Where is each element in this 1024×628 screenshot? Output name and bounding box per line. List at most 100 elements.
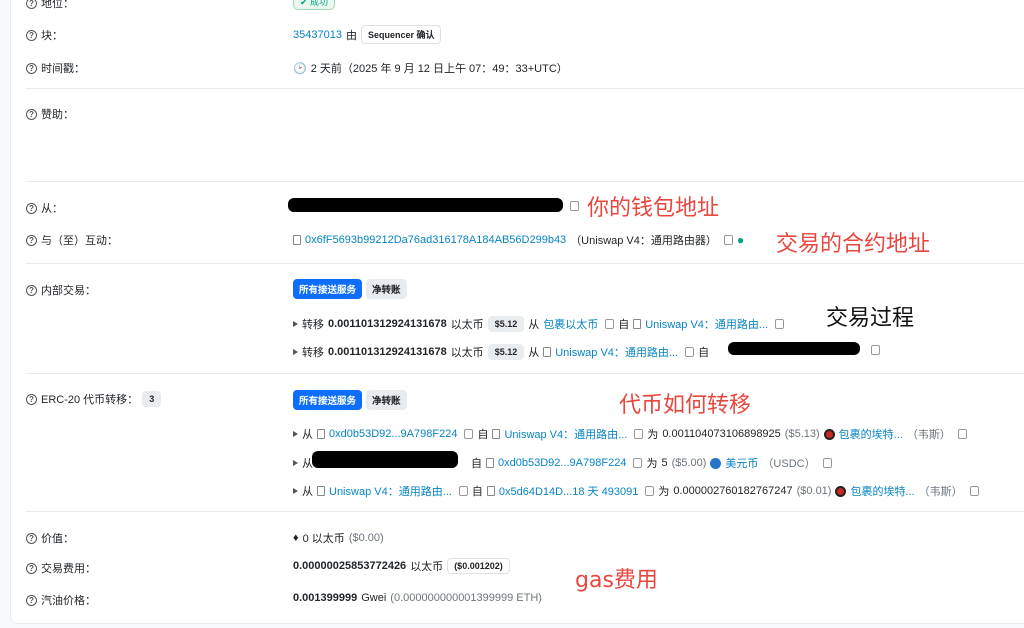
weth-token-icon — [823, 428, 835, 440]
fee-amount: 0.00000025853772426 以太币 ($0.001202) — [293, 558, 510, 574]
annotation-token-transfer: 代币如何转移 — [619, 393, 752, 418]
tab-all-transfers[interactable]: 所有接送服务 — [293, 279, 363, 299]
help-icon[interactable]: ? — [26, 562, 37, 574]
contract-icon — [633, 319, 642, 329]
eth-icon: ♦ — [293, 532, 299, 544]
tab-all-transfers[interactable]: 所有接送服务 — [293, 390, 363, 410]
from-link[interactable]: Uniswap V4：通用路由... — [329, 483, 452, 499]
from-link[interactable]: Uniswap V4：通用路由... — [555, 344, 678, 360]
arrow-right-icon — [293, 460, 298, 466]
contract-icon — [486, 458, 494, 468]
copy-icon[interactable] — [822, 458, 832, 468]
internal-tabs: 所有接送服务 净转账 — [293, 279, 407, 299]
to-link[interactable]: Uniswap V4：通用路由... — [504, 426, 627, 442]
copy-icon[interactable] — [605, 319, 615, 329]
interact-label: ? 与（至）互动： — [26, 232, 118, 248]
copy-icon[interactable] — [645, 486, 655, 496]
tab-net-transfers[interactable]: 净转账 — [366, 390, 407, 410]
sequencer-badge: Sequencer 确认 — [360, 25, 442, 44]
interact-value: 0x6fF5693b99212Da76ad316178A184AB56D299b… — [293, 232, 744, 248]
annotation-contract: 交易的合约地址 — [776, 232, 931, 257]
help-icon[interactable]: ? — [26, 594, 37, 606]
help-icon[interactable]: ? — [26, 29, 37, 41]
from-link[interactable]: 0xd0b53D92...9A798F224 — [329, 428, 457, 440]
erc20-row-3: 从 Uniswap V4：通用路由... 自 0x5d64D14D...18 天… — [293, 483, 979, 499]
copy-icon[interactable] — [871, 345, 880, 355]
internal-label: ? 内部交易： — [26, 282, 96, 298]
block-number-link[interactable]: 35437013 — [293, 29, 342, 41]
help-icon[interactable]: ? — [26, 532, 37, 544]
token-link[interactable]: 美元币 — [725, 455, 758, 471]
clock-icon: 🕑 — [293, 62, 307, 75]
internal-row-2: 转移 0.001101312924131678 以太币 $5.12 从 Unis… — [293, 344, 709, 360]
contract-icon — [317, 486, 325, 496]
divider — [26, 511, 1024, 512]
token-link[interactable]: 包裹的埃特... — [850, 483, 914, 499]
gas-amount: 0.001399999 Gwei (0.000000000001399999 ETH… — [293, 592, 542, 604]
timestamp-label: ? 时间戳： — [26, 60, 85, 76]
help-icon[interactable]: ? — [26, 0, 37, 9]
copy-icon[interactable] — [723, 235, 733, 245]
block-label: ? 块： — [26, 27, 63, 43]
internal-row-1: 转移 0.001101312924131678 以太币 $5.12 从 包裹以太… — [293, 316, 785, 332]
copy-icon[interactable] — [685, 347, 695, 357]
contract-icon — [317, 429, 325, 439]
from-label: ? 从： — [26, 200, 63, 216]
erc20-tabs: 所有接送服务 净转账 — [293, 390, 407, 410]
arrow-right-icon — [293, 349, 298, 355]
tab-net-transfers[interactable]: 净转账 — [366, 279, 407, 299]
from-link[interactable]: 包裹以太币 — [543, 316, 598, 332]
contract-address-link[interactable]: 0x6fF5693b99212Da76ad316178A184AB56D299b… — [305, 234, 566, 246]
to-link[interactable]: Uniswap V4：通用路由... — [645, 316, 768, 332]
arrow-right-icon — [293, 431, 298, 437]
block-value: 35437013 由 Sequencer 确认 — [293, 25, 442, 44]
erc20-count-badge: 3 — [142, 391, 162, 407]
status-badge: ✔ 成功 — [293, 0, 336, 10]
value-amount: ♦ 0 以太币 ($0.00) — [293, 532, 384, 545]
help-icon[interactable]: ? — [26, 62, 37, 74]
help-icon[interactable]: ? — [26, 234, 37, 246]
help-icon[interactable]: ? — [26, 284, 37, 296]
arrow-right-icon — [293, 488, 298, 494]
value-label: ? 价值： — [26, 530, 74, 546]
copy-icon[interactable] — [957, 429, 967, 439]
help-icon[interactable]: ? — [26, 202, 37, 214]
copy-icon[interactable] — [464, 429, 474, 439]
erc20-label: ? ERC-20 代币转移： 3 — [26, 391, 162, 407]
token-link[interactable]: 包裹的埃特... — [839, 426, 903, 442]
status-row: ? 地位： — [26, 0, 74, 11]
to-link[interactable]: 0xd0b53D92...9A798F224 — [498, 457, 626, 469]
copy-icon[interactable] — [634, 429, 644, 439]
weth-token-icon — [835, 485, 847, 497]
redacted-address — [728, 342, 860, 355]
contract-icon — [486, 486, 495, 496]
copy-icon[interactable] — [775, 319, 785, 329]
to-link[interactable]: 0x5d64D14D...18 天 493091 — [499, 483, 638, 499]
copy-icon[interactable] — [458, 486, 468, 496]
redacted-wallet-address — [288, 198, 563, 212]
redacted-address — [312, 451, 458, 468]
annotation-wallet: 你的钱包地址 — [587, 196, 720, 221]
verified-check-icon: ● — [736, 233, 745, 247]
divider — [26, 181, 1024, 182]
help-icon[interactable]: ? — [26, 108, 37, 120]
help-icon[interactable]: ? — [26, 393, 37, 405]
arrow-right-icon — [293, 321, 298, 327]
timestamp-value: 🕑 2 天前（2025 年 9 月 12 日上午 07：49：33+UTC） — [293, 62, 568, 76]
divider — [26, 373, 1024, 374]
copy-icon[interactable] — [633, 458, 643, 468]
annotation-gas-fee: gas费用 — [575, 568, 658, 593]
copy-icon[interactable] — [969, 486, 979, 496]
divider — [26, 263, 1024, 264]
contract-icon — [293, 235, 301, 245]
erc20-row-1: 从 0xd0b53D92...9A798F224 自 Uniswap V4：通用… — [293, 426, 967, 442]
divider — [26, 88, 1024, 89]
contract-icon — [543, 347, 552, 357]
usdc-token-icon — [710, 457, 722, 469]
gas-label: ? 汽油价格： — [26, 592, 96, 608]
sponsor-label: ? 赞助： — [26, 106, 74, 122]
annotation-process: 交易过程 — [826, 306, 915, 331]
contract-icon — [492, 429, 501, 439]
copy-icon[interactable] — [570, 201, 579, 211]
fee-label: ? 交易费用： — [26, 560, 96, 576]
